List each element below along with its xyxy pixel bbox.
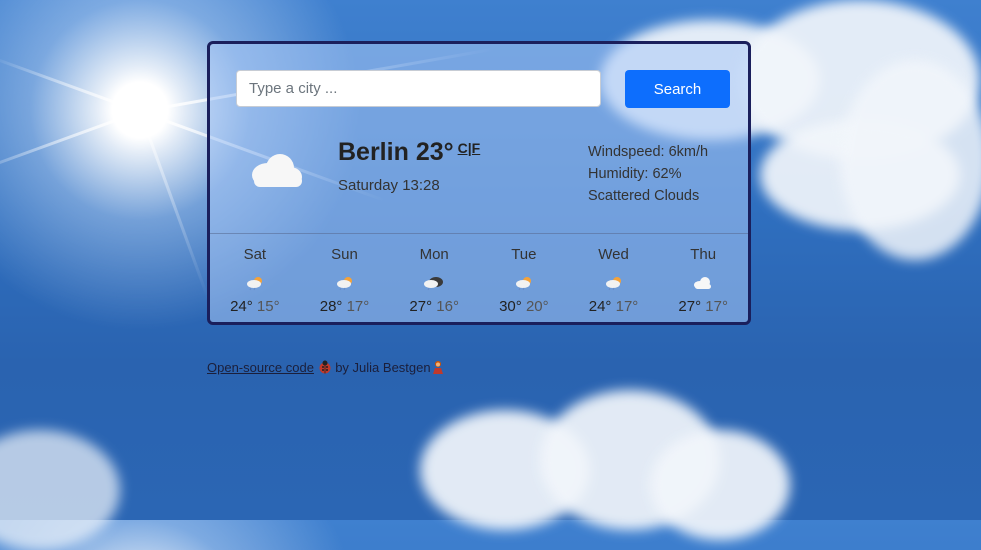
sun-rain-icon [479, 268, 569, 298]
forecast-day-name: Tue [511, 246, 537, 263]
weather-card: Search Berlin 23°C|F Saturday 13:28 Wind… [207, 41, 751, 325]
forecast-day: Tue 30° 20° [479, 246, 569, 315]
forecast-max: 28° [319, 298, 343, 315]
forecast-max: 24° [230, 298, 253, 315]
weather-details: Windspeed: 6km/h Humidity: 62% Scattered… [588, 141, 708, 207]
sun-rain-icon [210, 268, 300, 298]
source-code-link[interactable]: Open-source code [207, 360, 314, 375]
forecast-day: Wed 24° 17° [569, 246, 659, 315]
current-datetime: Saturday 13:28 [338, 177, 440, 194]
sun-rain-icon [569, 268, 659, 298]
cloud-icon [246, 149, 306, 189]
forecast-day-name: Wed [598, 246, 629, 263]
forecast-day: Sat 24° 15° [210, 246, 300, 315]
description-text: Scattered Clouds [588, 188, 700, 204]
unit-toggle-link[interactable]: C|F [458, 140, 481, 156]
forecast-min: 16° [436, 298, 459, 315]
forecast-max: 27° [409, 298, 433, 315]
forecast-min: 17° [705, 298, 728, 315]
windspeed-text: Windspeed: 6km/h [588, 144, 709, 160]
search-button[interactable]: Search [625, 70, 730, 108]
city-search-input[interactable] [236, 70, 601, 107]
author-text: by Julia Bestgen [335, 360, 431, 375]
forecast-day-name: Sun [331, 246, 358, 263]
forecast-min: 15° [256, 298, 280, 315]
divider [210, 233, 748, 234]
city-name: Berlin [338, 138, 409, 166]
forecast-row: Sat 24° 15° Sun 28° 17° Mon 27° 16° Tue [210, 246, 748, 315]
forecast-day: Thu 27° 17° [658, 246, 748, 315]
forecast-min: 20° [525, 298, 549, 315]
forecast-min: 17° [346, 298, 370, 315]
woman-coder-icon [431, 360, 445, 374]
current-weather-heading: Berlin 23° C|F [338, 138, 480, 167]
forecast-day: Mon 27° 16° [389, 246, 479, 315]
storm-cloud-icon [389, 268, 479, 298]
footer: Open-source code by Julia Bestgen [207, 360, 445, 375]
forecast-min: 17° [615, 298, 639, 315]
forecast-max: 27° [678, 298, 702, 315]
forecast-day: Sun 28° 17° [300, 246, 390, 315]
cloud-icon [658, 268, 748, 298]
forecast-max: 24° [588, 298, 612, 315]
ladybug-icon [318, 360, 332, 374]
current-temperature: 23° [415, 138, 454, 166]
humidity-text: Humidity: 62% [588, 166, 682, 182]
forecast-day-name: Thu [690, 246, 717, 263]
forecast-max: 30° [499, 298, 522, 315]
sun-rain-icon [300, 268, 390, 298]
forecast-day-name: Sat [243, 246, 267, 263]
forecast-day-name: Mon [419, 246, 449, 263]
